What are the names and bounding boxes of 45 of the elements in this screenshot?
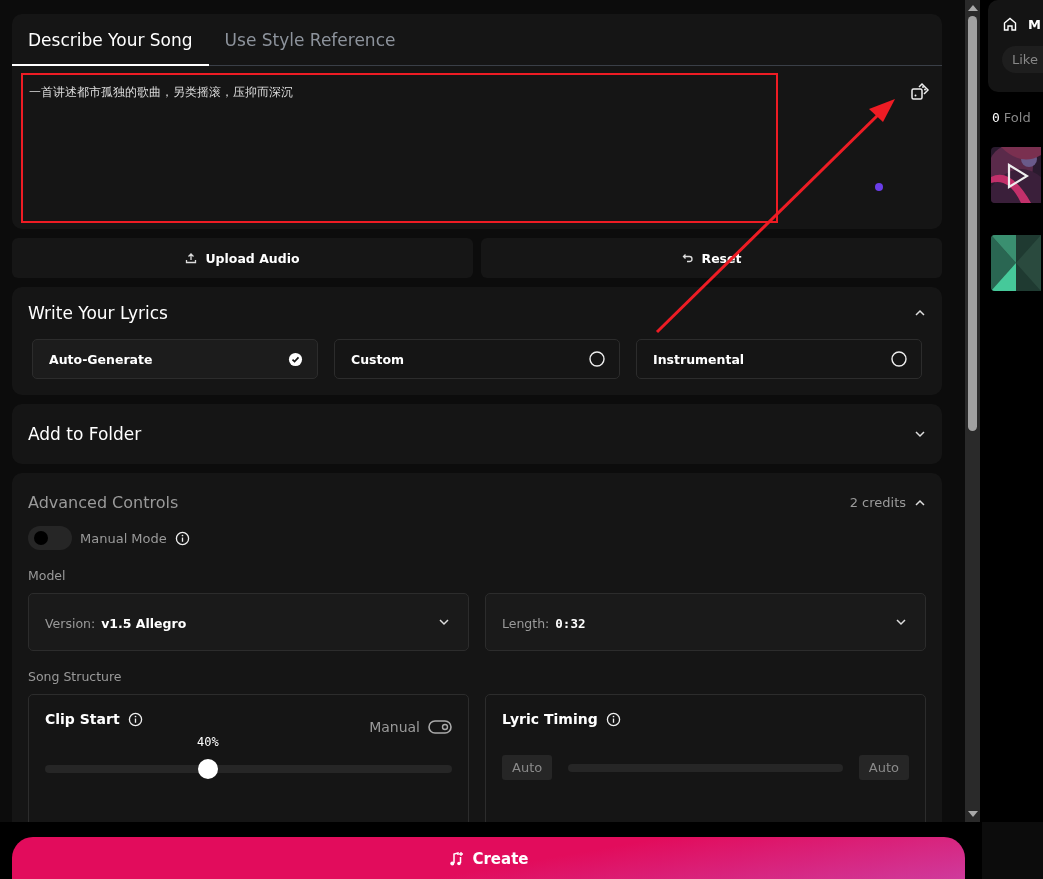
tab[interactable]: Use Style Reference	[208, 14, 412, 66]
section-title: Advanced Controls	[28, 493, 179, 512]
folder-count: 0	[992, 110, 1000, 125]
credits-label: 2 credits	[849, 495, 906, 510]
chevron-icon[interactable]	[914, 428, 926, 440]
play-icon[interactable]	[1007, 163, 1029, 189]
upload-icon	[185, 252, 198, 264]
filter-chip[interactable]: Like	[1002, 46, 1043, 73]
sidebar-title: M	[1028, 16, 1041, 32]
clip-start-slider[interactable]	[45, 759, 452, 779]
section-title: Add to Folder	[28, 424, 142, 444]
slider-thumb[interactable]	[197, 759, 218, 779]
info-icon[interactable]	[174, 530, 190, 546]
tab[interactable]: Describe Your Song	[12, 14, 209, 66]
upload-button[interactable]: Upload Audio	[12, 238, 473, 278]
slider-reading: 40%	[196, 735, 219, 749]
info-icon[interactable]	[605, 711, 621, 727]
chevron-icon[interactable]	[438, 616, 450, 628]
section-title: Write Your Lyrics	[28, 303, 168, 323]
indicator-dot	[875, 183, 883, 191]
field-label: Model	[28, 568, 67, 583]
panel-title: Lyric Timing	[502, 711, 598, 727]
lyrics-option[interactable]: Instrumental	[636, 339, 922, 379]
lyrics-option[interactable]: Auto-Generate	[32, 339, 318, 379]
switch-label: Manual Mode	[80, 530, 167, 546]
music-note-icon	[448, 850, 465, 867]
length-dropdown[interactable]: Length: 0:32	[485, 593, 926, 651]
version-dropdown[interactable]: Version: v1.5 Allegro	[28, 593, 469, 651]
panel-title: Clip Start	[45, 711, 120, 727]
info-icon[interactable]	[127, 711, 143, 727]
manual-label: Manual	[369, 719, 420, 735]
field-label: Song Structure	[28, 669, 123, 684]
start-auto-button[interactable]: Auto	[502, 755, 553, 780]
create-button[interactable]: Create	[12, 837, 965, 879]
lyrics-option[interactable]: Custom	[334, 339, 620, 379]
undo-icon	[681, 252, 694, 264]
folder-label: Fold	[1003, 110, 1031, 125]
manual-mode-switch[interactable]	[28, 526, 72, 550]
description-field[interactable]: 一首讲述都市孤独的歌曲，另类摇滚，压抑而深沉	[29, 74, 910, 229]
end-auto-button[interactable]: Auto	[858, 755, 909, 780]
chevron-icon[interactable]	[895, 616, 907, 628]
dice-icon[interactable]	[910, 82, 930, 102]
scrollbar[interactable]	[965, 0, 980, 822]
home-icon[interactable]	[1002, 16, 1018, 32]
toggle-icon[interactable]	[428, 720, 452, 734]
